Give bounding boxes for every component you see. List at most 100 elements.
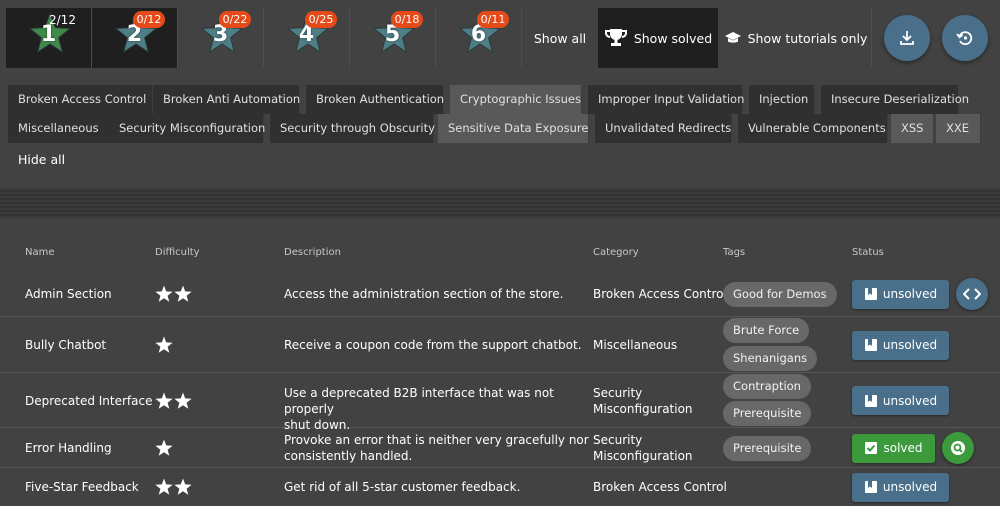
challenge-description: Provoke an error that is neither very gr…: [284, 432, 596, 464]
header-difficulty[interactable]: Difficulty: [155, 247, 200, 258]
solved-count-badge: 2/12: [49, 13, 76, 27]
category-line: Security: [593, 385, 643, 400]
star-icon: [155, 392, 192, 409]
show-solved-toggle[interactable]: Show solved: [598, 8, 718, 68]
difficulty-star-5[interactable]: 5 0/18: [350, 8, 436, 68]
hide-all-button[interactable]: Hide all: [18, 152, 65, 167]
challenge-name: Bully Chatbot: [25, 338, 107, 352]
category-chip[interactable]: Broken Anti Automation: [153, 85, 300, 114]
unsolved-status-button[interactable]: unsolved: [852, 386, 949, 415]
bookmark-box-icon: [864, 288, 877, 300]
challenge-category: Miscellaneous: [593, 337, 677, 353]
tag-chip: Contraption: [723, 374, 811, 399]
code-icon: [963, 288, 981, 300]
show-solved-label: Show solved: [633, 30, 713, 46]
description-line: Get rid of all 5-star customer feedback.: [284, 480, 521, 494]
header-tags: Tags: [723, 247, 746, 258]
table-row: Deprecated Interface Use a deprecated B2B…: [0, 373, 1000, 432]
challenge-category: Security Misconfiguration: [593, 385, 693, 417]
tag-chip: Prerequisite: [723, 435, 812, 461]
show-tutorials-toggle[interactable]: Show tutorials only: [720, 8, 872, 68]
difficulty-stars: [155, 336, 175, 357]
challenge-table: Name Difficulty Description Category Tag…: [0, 218, 1000, 506]
description-line: Access the administration section of the…: [284, 287, 564, 301]
show-all-toggle[interactable]: Show all: [528, 8, 592, 68]
description-line: consistently handled.: [284, 449, 413, 463]
category-filter: Broken Access Control Broken Anti Automat…: [0, 76, 1000, 188]
star-icon: [155, 478, 192, 495]
challenge-category: Security Misconfiguration: [593, 432, 693, 464]
category-chip[interactable]: Broken Authentication: [306, 85, 444, 114]
table-row: Error Handling Provoke an error that is n…: [0, 428, 1000, 468]
solved-count-badge: 0/12: [133, 11, 165, 28]
difficulty-stars: [155, 392, 195, 413]
challenge-name: Deprecated Interface: [25, 393, 153, 408]
star-icon: [155, 336, 173, 353]
top-toolbar: 1 2/12 2 0/12 3 0/22 4 0/25 5 0/18 6 0/11 Show all …: [0, 0, 1000, 76]
bookmark-box-icon: [864, 481, 877, 493]
category-chip[interactable]: Security through Obscurity: [270, 114, 435, 143]
trophy-icon: [604, 29, 627, 46]
category-chip[interactable]: Injection: [749, 85, 815, 114]
challenge-category: Broken Access Control: [593, 286, 727, 302]
solved-status-button[interactable]: solved: [852, 433, 935, 463]
category-line: Broken Access Control: [593, 287, 727, 301]
category-line: Misconfiguration: [593, 449, 693, 463]
table-row: Bully Chatbot Receive a coupon code from …: [0, 317, 1000, 373]
category-line: Security: [593, 433, 643, 447]
category-chip[interactable]: Broken Access Control: [8, 85, 153, 114]
star-level-number: 6: [470, 22, 487, 47]
show-code-button[interactable]: [956, 278, 988, 310]
lightbulb-search-icon: [951, 441, 965, 455]
star-level-number: 3: [212, 22, 229, 47]
challenge-description: Get rid of all 5-star customer feedback.: [284, 479, 596, 495]
status-label: unsolved: [882, 287, 938, 301]
challenge-description: Use a deprecated B2B interface that was …: [284, 385, 596, 433]
difficulty-star-2[interactable]: 2 0/12: [92, 8, 178, 68]
challenge-description: Access the administration section of the…: [284, 286, 596, 302]
reset-button[interactable]: [942, 15, 988, 61]
show-all-label: Show all: [533, 30, 587, 46]
difficulty-star-3[interactable]: 3 0/22: [178, 8, 264, 68]
unsolved-status-button[interactable]: unsolved: [852, 330, 949, 360]
star-level-number: 5: [384, 22, 401, 47]
header-description: Description: [284, 247, 341, 258]
category-chip[interactable]: XXE: [936, 114, 981, 143]
table-row: Five-Star Feedback Get rid of all 5-star …: [0, 468, 1000, 506]
category-chip[interactable]: XSS: [891, 114, 934, 143]
category-chip[interactable]: Improper Input Validation: [588, 85, 744, 114]
status-label: unsolved: [882, 338, 938, 352]
category-line: Miscellaneous: [593, 338, 678, 352]
difficulty-star-1[interactable]: 1 2/12: [6, 8, 92, 68]
star-icon: [155, 285, 192, 302]
hint-button[interactable]: [942, 432, 974, 464]
unsolved-status-button[interactable]: unsolved: [852, 472, 949, 502]
difficulty-filter: 1 2/12 2 0/12 3 0/22 4 0/25 5 0/18 6 0/11: [6, 8, 522, 68]
category-chip[interactable]: Security Misconfiguration: [109, 114, 265, 143]
table-row: Admin Section Access the administration s…: [0, 271, 1000, 317]
tag-chip: Shenanigans: [723, 346, 818, 371]
status-label: unsolved: [882, 393, 938, 408]
star-level-number: 4: [298, 22, 315, 47]
difficulty-stars: [155, 478, 195, 499]
section-divider: [0, 188, 1000, 218]
header-name[interactable]: Name: [25, 247, 55, 258]
header-category[interactable]: Category: [593, 247, 639, 258]
category-chip[interactable]: Miscellaneous: [8, 114, 111, 143]
unsolved-status-button[interactable]: unsolved: [852, 279, 949, 309]
difficulty-star-4[interactable]: 4 0/25: [264, 8, 350, 68]
challenge-description: Receive a coupon code from the support c…: [284, 337, 596, 353]
check-box-icon: [865, 442, 878, 454]
download-button[interactable]: [884, 15, 930, 61]
description-line: Use a deprecated B2B interface that was …: [284, 385, 554, 416]
category-chip[interactable]: Unvalidated Redirects: [595, 114, 732, 143]
category-chip[interactable]: Cryptographic Issues: [450, 85, 582, 114]
challenge-name: Five-Star Feedback: [25, 480, 139, 494]
category-chip[interactable]: Vulnerable Components: [738, 114, 888, 143]
category-chip[interactable]: Sensitive Data Exposure: [438, 114, 589, 143]
header-status[interactable]: Status: [852, 247, 884, 258]
show-tutorials-label: Show tutorials only: [747, 30, 868, 46]
graduation-cap-icon: [724, 32, 741, 43]
category-chip[interactable]: Insecure Deserialization: [821, 85, 969, 114]
difficulty-star-6[interactable]: 6 0/11: [436, 8, 522, 68]
